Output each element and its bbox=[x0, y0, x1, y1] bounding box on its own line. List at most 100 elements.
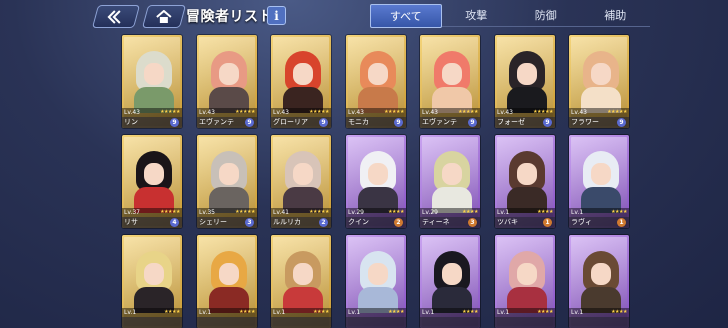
page-title: 冒険者リスト bbox=[186, 9, 273, 25]
rank-badge: 9 bbox=[617, 118, 626, 127]
level-label: Lv.29 bbox=[422, 209, 438, 216]
star-rating: ★★★★ bbox=[611, 209, 627, 215]
level-bar: Lv.29 ★★★★ bbox=[346, 208, 406, 217]
level-bar: Lv.43 ★★★★★ bbox=[495, 108, 555, 117]
adventurer-card[interactable]: Lv.1 ★★★★ bbox=[495, 235, 555, 328]
portrait-face bbox=[442, 163, 462, 185]
adventurer-card[interactable]: Lv.43 ★★★★★ エヴァンテ 9 bbox=[197, 35, 257, 128]
level-label: Lv.1 bbox=[497, 309, 510, 316]
rank-badge: 9 bbox=[394, 118, 403, 127]
back-button[interactable] bbox=[91, 5, 141, 28]
level-label: Lv.1 bbox=[124, 309, 137, 316]
level-bar: Lv.43 ★★★★★ bbox=[271, 108, 331, 117]
adventurer-card[interactable]: Lv.43 ★★★★★ リン 9 bbox=[122, 35, 182, 128]
level-label: Lv.43 bbox=[199, 109, 215, 116]
level-label: Lv.1 bbox=[497, 209, 510, 216]
adventurer-card[interactable]: Lv.41 ★★★★★ ルルリカ 2 bbox=[271, 135, 331, 228]
portrait-face bbox=[219, 63, 239, 85]
name-bar bbox=[346, 317, 406, 328]
adventurer-card[interactable]: Lv.43 ★★★★★ グローリア 9 bbox=[271, 35, 331, 128]
star-rating: ★★★★★ bbox=[384, 109, 404, 115]
tab-support[interactable]: 補助 bbox=[580, 4, 650, 27]
level-label: Lv.1 bbox=[273, 309, 286, 316]
rank-badge: 9 bbox=[245, 118, 254, 127]
star-rating: ★★★★ bbox=[462, 309, 478, 315]
level-label: Lv.29 bbox=[348, 209, 364, 216]
character-name: リサ bbox=[124, 218, 138, 226]
level-label: Lv.37 bbox=[124, 209, 140, 216]
level-bar: Lv.37 ★★★★★ bbox=[122, 208, 182, 217]
level-label: Lv.35 bbox=[199, 209, 215, 216]
character-name: グローリア bbox=[273, 118, 308, 126]
adventurer-card[interactable]: Lv.35 ★★★★★ シェリー 3 bbox=[197, 135, 257, 228]
character-name: モニカ bbox=[348, 118, 369, 126]
rank-badge: 1 bbox=[543, 218, 552, 227]
info-button[interactable]: i bbox=[267, 6, 286, 25]
portrait-face bbox=[144, 63, 164, 85]
level-bar: Lv.29 ★★★★ bbox=[420, 208, 480, 217]
portrait-face bbox=[442, 63, 462, 85]
adventurer-card[interactable]: Lv.37 ★★★★★ リサ 4 bbox=[122, 135, 182, 228]
portrait-face bbox=[591, 63, 611, 85]
rank-badge: 9 bbox=[319, 118, 328, 127]
star-rating: ★★★★★ bbox=[458, 109, 478, 115]
tab-attack[interactable]: 攻撃 bbox=[441, 4, 511, 27]
level-label: Lv.41 bbox=[273, 209, 289, 216]
level-label: Lv.43 bbox=[273, 109, 289, 116]
star-rating: ★★★★★ bbox=[235, 209, 255, 215]
rank-badge: 2 bbox=[394, 218, 403, 227]
star-rating: ★★★★ bbox=[164, 309, 180, 315]
level-bar: Lv.35 ★★★★★ bbox=[197, 208, 257, 217]
level-label: Lv.1 bbox=[348, 309, 361, 316]
portrait-face bbox=[517, 163, 537, 185]
name-bar bbox=[569, 317, 629, 328]
rank-badge: 9 bbox=[543, 118, 552, 127]
level-bar: Lv.41 ★★★★★ bbox=[271, 208, 331, 217]
tab-all[interactable]: すべて bbox=[370, 4, 442, 28]
portrait-face bbox=[293, 263, 313, 285]
portrait-face bbox=[293, 63, 313, 85]
star-rating: ★★★★★ bbox=[309, 109, 329, 115]
level-bar: Lv.43 ★★★★★ bbox=[346, 108, 406, 117]
level-bar: Lv.1 ★★★★ bbox=[197, 308, 257, 317]
portrait-face bbox=[517, 63, 537, 85]
name-bar bbox=[495, 317, 555, 328]
home-button[interactable] bbox=[141, 5, 187, 28]
level-label: Lv.1 bbox=[422, 309, 435, 316]
character-name: クイン bbox=[348, 218, 369, 226]
name-bar bbox=[271, 317, 331, 328]
adventurer-card[interactable]: Lv.1 ★★★★ ラヴィ 1 bbox=[569, 135, 629, 228]
adventurer-card[interactable]: Lv.1 ★★★★ ツバキ 1 bbox=[495, 135, 555, 228]
star-rating: ★★★★ bbox=[239, 309, 255, 315]
adventurer-card[interactable]: Lv.1 ★★★★ bbox=[569, 235, 629, 328]
portrait-face bbox=[219, 163, 239, 185]
star-rating: ★★★★ bbox=[462, 209, 478, 215]
adventurer-card[interactable]: Lv.29 ★★★★ クイン 2 bbox=[346, 135, 406, 228]
tab-defense[interactable]: 防御 bbox=[511, 4, 581, 27]
portrait-face bbox=[368, 63, 388, 85]
level-label: Lv.43 bbox=[571, 109, 587, 116]
portrait-face bbox=[368, 163, 388, 185]
character-name: リン bbox=[124, 118, 138, 126]
rank-badge: 4 bbox=[170, 218, 179, 227]
level-bar: Lv.1 ★★★★ bbox=[420, 308, 480, 317]
adventurer-card[interactable]: Lv.1 ★★★★ bbox=[197, 235, 257, 328]
star-rating: ★★★★ bbox=[537, 309, 553, 315]
adventurer-card[interactable]: Lv.1 ★★★★ bbox=[122, 235, 182, 328]
level-bar: Lv.1 ★★★★ bbox=[122, 308, 182, 317]
star-rating: ★★★★★ bbox=[309, 209, 329, 215]
adventurer-card[interactable]: Lv.43 ★★★★★ フォーゼ 9 bbox=[495, 35, 555, 128]
rank-badge: 1 bbox=[617, 218, 626, 227]
adventurer-card[interactable]: Lv.1 ★★★★ bbox=[346, 235, 406, 328]
star-rating: ★★★★ bbox=[313, 309, 329, 315]
adventurer-card[interactable]: Lv.43 ★★★★★ モニカ 9 bbox=[346, 35, 406, 128]
adventurer-card[interactable]: Lv.1 ★★★★ bbox=[420, 235, 480, 328]
adventurer-card[interactable]: Lv.1 ★★★★ bbox=[271, 235, 331, 328]
star-rating: ★★★★★ bbox=[235, 109, 255, 115]
adventurer-card[interactable]: Lv.43 ★★★★★ エヴァンテ 9 bbox=[420, 35, 480, 128]
adventurer-card[interactable]: Lv.43 ★★★★★ フラワー 9 bbox=[569, 35, 629, 128]
level-bar: Lv.1 ★★★★ bbox=[569, 208, 629, 217]
adventurer-card[interactable]: Lv.29 ★★★★ ティーネ 3 bbox=[420, 135, 480, 228]
character-name: フラワー bbox=[571, 118, 599, 126]
name-bar bbox=[122, 317, 182, 328]
